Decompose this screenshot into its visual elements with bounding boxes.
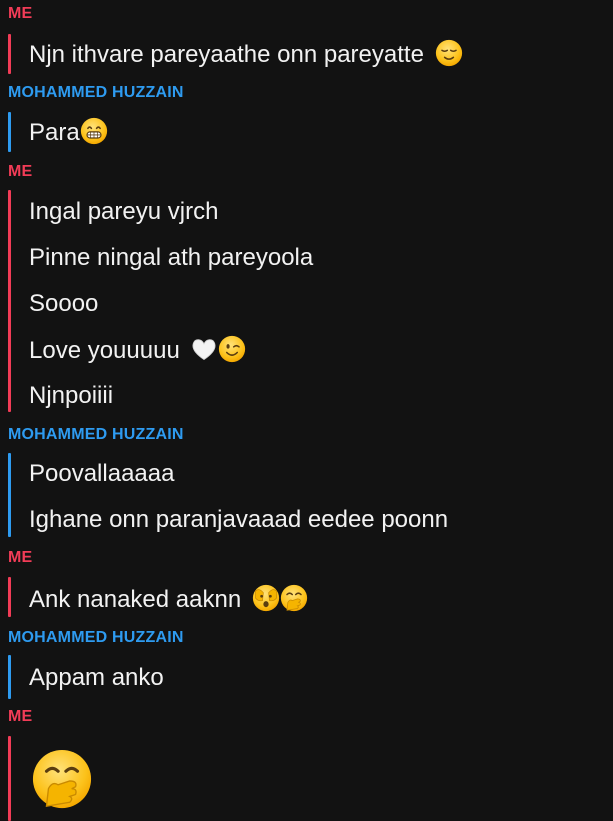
sender-label: ME	[8, 5, 33, 22]
message-text: Ank nanaked aaknn	[29, 586, 242, 613]
sender-label: MOHAMMED HUZZAIN	[8, 426, 184, 443]
message-text: Njnpoiiii	[29, 382, 114, 409]
message-text: Ighane onn paranjavaaad eedee poonn	[29, 506, 449, 533]
white-heart-emoji	[192, 339, 216, 361]
message-bubble[interactable]: Love youuuuu	[29, 335, 246, 366]
message-bar	[8, 736, 11, 821]
sender-label: ME	[8, 163, 33, 180]
message-bubble[interactable]	[31, 748, 93, 813]
message-bar	[8, 453, 11, 537]
message-text: Poovallaaaaa	[29, 460, 175, 487]
peeking-face-emoji	[252, 584, 279, 612]
message-bubble[interactable]: Pinne ningal ath pareyoola	[29, 243, 313, 273]
winking-face-emoji	[219, 335, 246, 363]
sender-label: MOHAMMED HUZZAIN	[8, 629, 184, 646]
message-bar	[8, 112, 11, 152]
hand-over-mouth-emoji	[32, 749, 92, 809]
message-text: Appam anko	[29, 664, 164, 691]
sender-label: MOHAMMED HUZZAIN	[8, 84, 184, 101]
sender-label: ME	[8, 708, 33, 725]
message-text: Njn ithvare pareyaathe onn pareyatte	[29, 41, 424, 68]
chat-transcript: ME Njn ithvare pareyaathe onn pareyatte …	[0, 0, 613, 821]
hand-over-mouth-emoji	[280, 584, 307, 612]
message-bar	[8, 190, 11, 412]
message-bubble[interactable]: Ighane onn paranjavaaad eedee poonn	[29, 505, 448, 535]
message-bar	[8, 655, 11, 699]
message-bubble[interactable]: Appam anko	[29, 663, 164, 693]
message-bar	[8, 577, 11, 617]
message-bubble[interactable]: Njn ithvare pareyaathe onn pareyatte	[29, 39, 463, 70]
sender-label: ME	[8, 549, 33, 566]
message-bubble[interactable]: Para	[29, 117, 108, 148]
message-text: Soooo	[29, 290, 99, 317]
message-bubble[interactable]: Poovallaaaaa	[29, 459, 174, 489]
message-text: Love youuuuu	[29, 337, 180, 364]
message-text: Para	[29, 119, 80, 146]
message-bubble[interactable]: Njnpoiiii	[29, 381, 113, 411]
grinning-face-emoji	[80, 117, 107, 145]
message-bubble[interactable]: Ank nanaked aaknn	[29, 584, 308, 615]
message-bubble[interactable]: Soooo	[29, 289, 98, 319]
message-text: Pinne ningal ath pareyoola	[29, 244, 314, 271]
relieved-face-emoji	[435, 39, 462, 67]
message-bar	[8, 34, 11, 74]
message-text: Ingal pareyu vjrch	[29, 198, 219, 225]
message-bubble[interactable]: Ingal pareyu vjrch	[29, 197, 218, 227]
